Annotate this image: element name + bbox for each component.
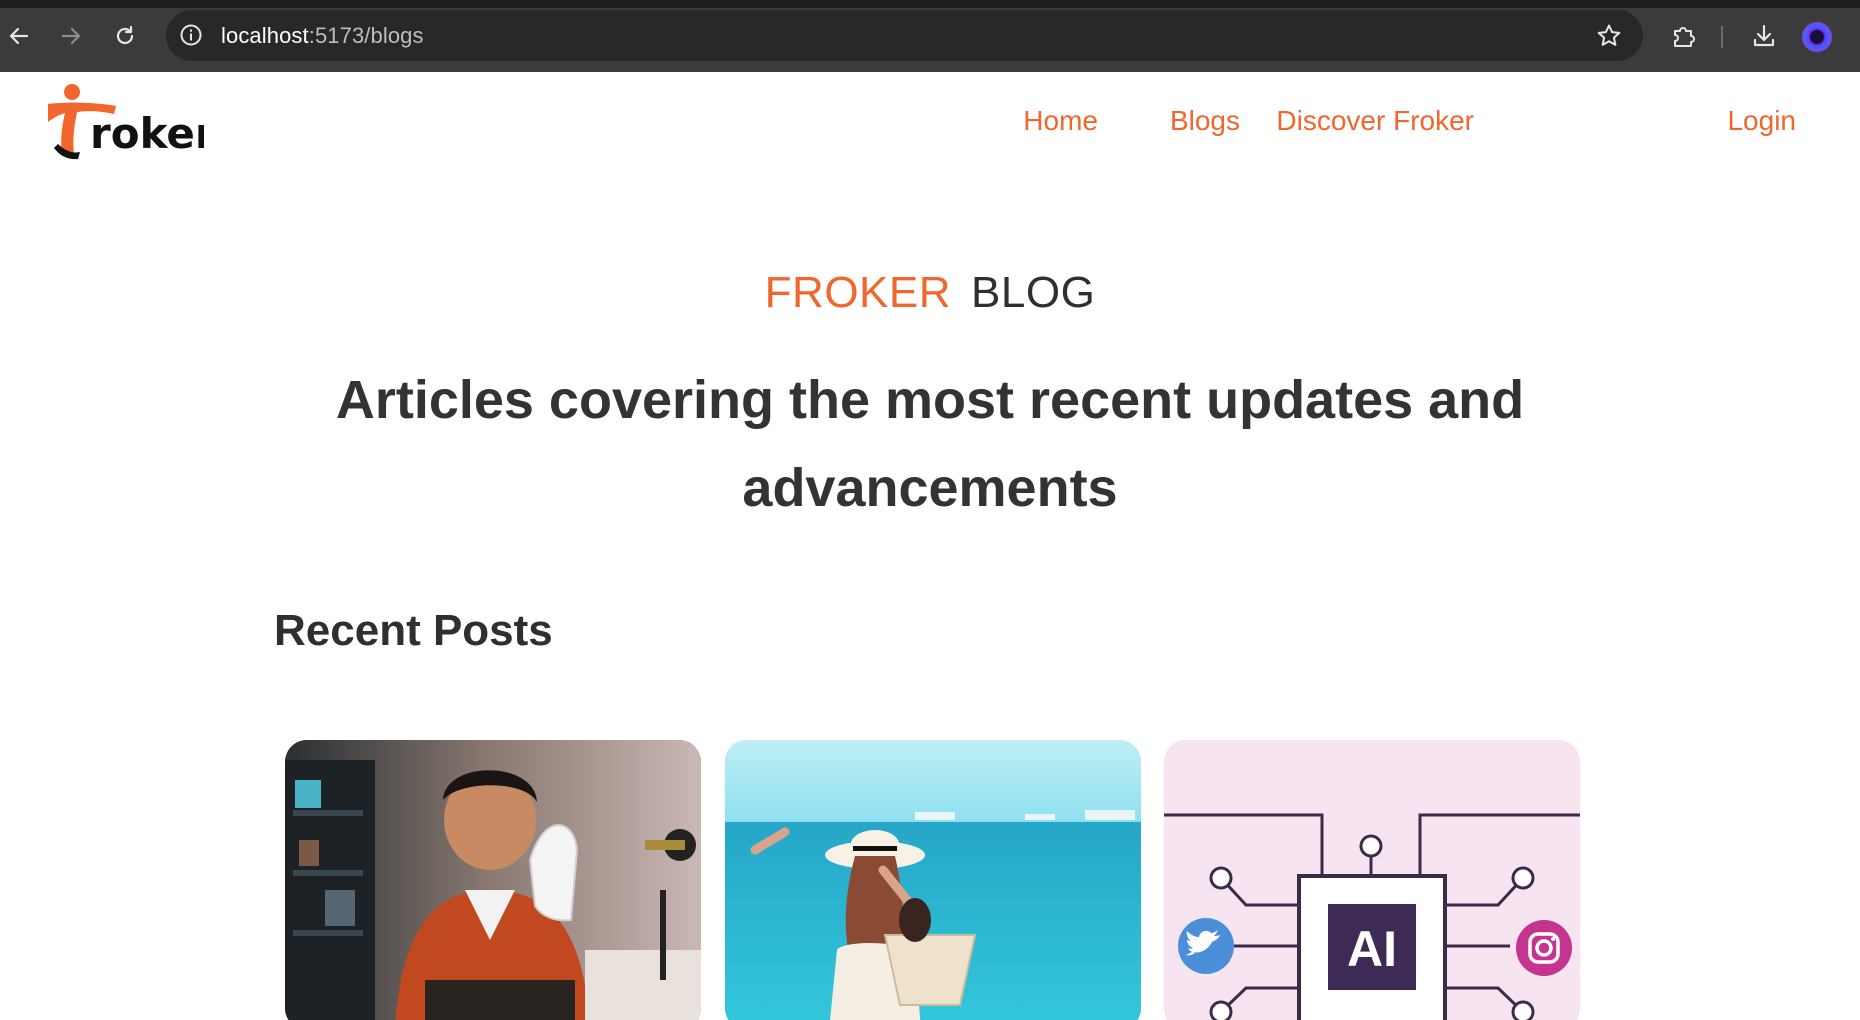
download-icon — [1753, 24, 1775, 47]
nav-discover-froker[interactable]: Discover Froker — [1276, 105, 1474, 137]
arrow-right-icon — [61, 27, 81, 45]
froker-logo[interactable]: roker — [44, 80, 216, 162]
url-path: :5173/blogs — [308, 23, 424, 48]
instagram-icon — [1516, 920, 1572, 976]
froker-logo-mark: roker — [48, 84, 216, 160]
logo-wordmark: roker — [90, 109, 204, 158]
back-button[interactable] — [0, 17, 38, 55]
eyebrow-rest: BLOG — [971, 268, 1096, 317]
bookmark-star-icon[interactable] — [1596, 23, 1622, 49]
post-card-2[interactable] — [725, 740, 1141, 1020]
blog-eyebrow: FROKER BLOG — [0, 268, 1860, 318]
nav-home[interactable]: Home — [1023, 105, 1098, 137]
reload-button[interactable] — [106, 17, 144, 55]
man-holding-sneaker-photo — [285, 740, 701, 1020]
arrow-left-icon — [9, 27, 29, 45]
recent-posts-title: Recent Posts — [274, 606, 553, 655]
url-host: localhost — [221, 23, 309, 48]
browser-tabstrip-edge — [0, 0, 1860, 8]
ai-chip-text: AI — [1347, 921, 1397, 977]
site-header: roker Home Blogs Discover Froker Login — [0, 72, 1860, 172]
nav-login[interactable]: Login — [1727, 105, 1796, 137]
nav-blogs[interactable]: Blogs — [1170, 105, 1240, 137]
page-headline: Articles covering the most recent update… — [335, 370, 1525, 518]
profile-avatar[interactable] — [1802, 22, 1832, 52]
forward-button[interactable] — [52, 17, 90, 55]
toolbar-divider — [1721, 26, 1723, 48]
url-text[interactable]: localhost:5173/blogs — [221, 23, 424, 49]
puzzle-piece-icon — [1674, 27, 1695, 47]
post-card-3[interactable]: AI — [1164, 740, 1580, 1020]
eyebrow-accent: FROKER — [764, 268, 952, 317]
extensions-button[interactable] — [1665, 17, 1703, 55]
downloads-button[interactable] — [1745, 17, 1783, 55]
post-card-1[interactable] — [285, 740, 701, 1020]
reload-icon — [116, 25, 134, 45]
woman-at-beach-photo — [725, 740, 1141, 1020]
address-bar[interactable]: localhost:5173/blogs — [166, 10, 1643, 61]
ai-chip-social-icons-illustration: AI — [1164, 740, 1580, 1020]
site-info-icon[interactable] — [179, 23, 203, 47]
